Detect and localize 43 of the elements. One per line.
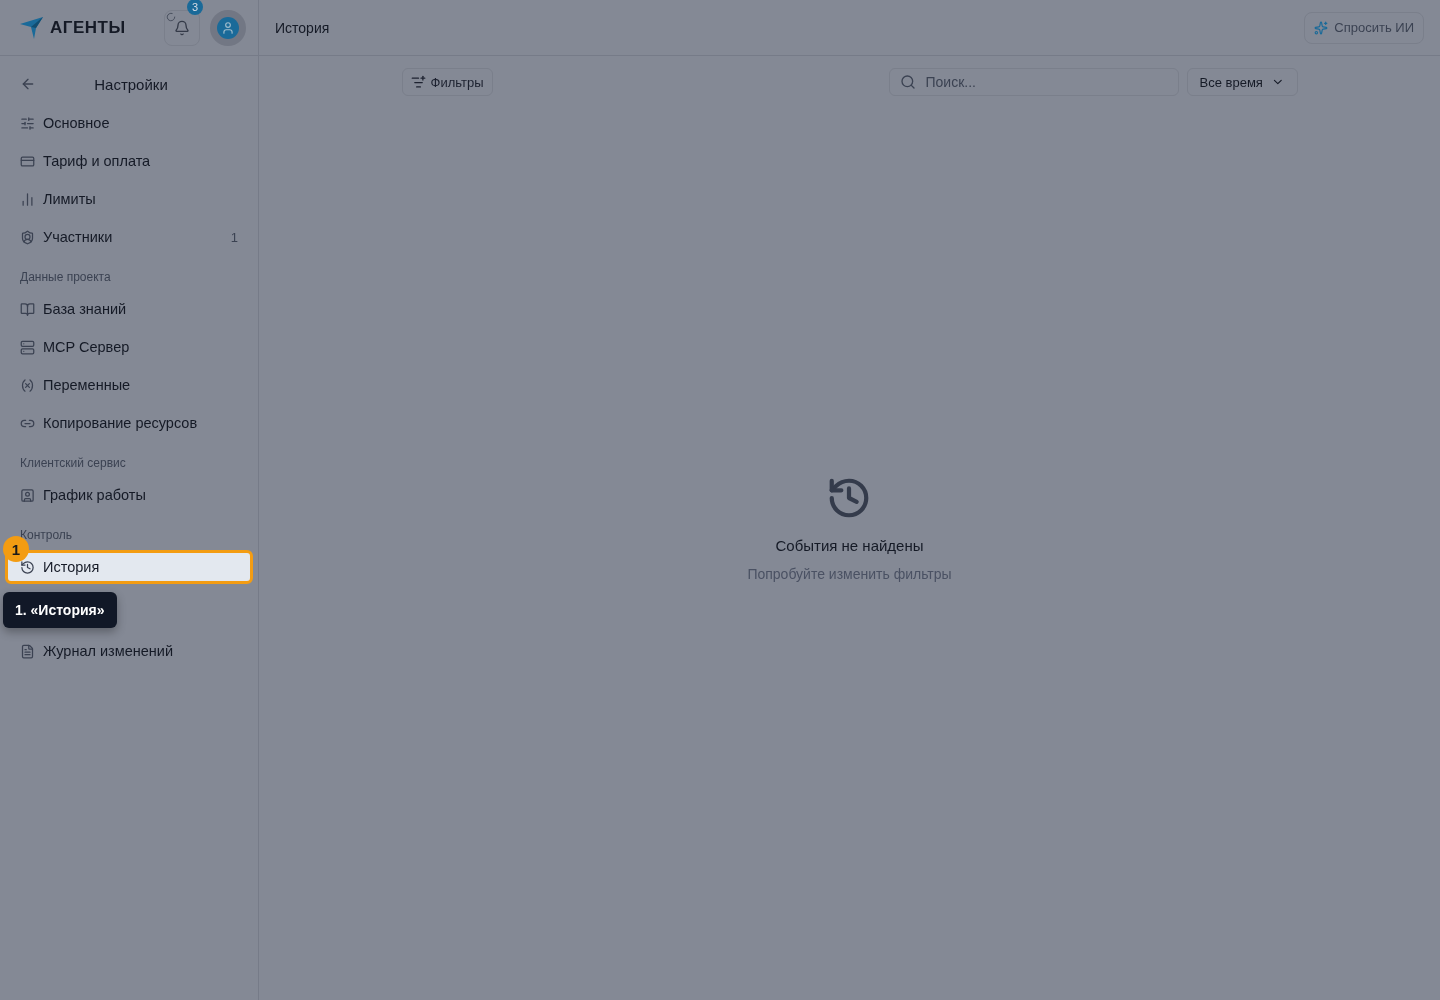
tour-tooltip: 1. «История» [3, 592, 117, 628]
sidebar-item[interactable]: База знаний [5, 292, 253, 326]
filter-icon [410, 74, 426, 90]
sidebar-item[interactable]: График работы [5, 478, 253, 512]
server-icon [20, 339, 35, 355]
page-title: История [275, 19, 330, 36]
search-field[interactable]: Поиск... [888, 68, 1179, 96]
empty-title: События не найдены [775, 536, 924, 554]
spinner-icon [166, 11, 176, 22]
sidebar-item[interactable]: Участники 1 [5, 220, 253, 254]
document-icon [20, 643, 35, 659]
back-button[interactable] [20, 76, 36, 92]
filters-button[interactable]: Фильтры [401, 68, 493, 96]
sidebar-item[interactable]: MCP Сервер [5, 330, 253, 364]
sidebar-item[interactable]: Копирование ресурсов [5, 406, 253, 440]
shield-user-icon [20, 229, 35, 245]
section-heading: Данные проекта [19, 270, 112, 284]
sidebar-item[interactable]: Основное [5, 106, 253, 140]
sidebar-item[interactable]: Тариф и оплата [5, 144, 253, 178]
sidebar-item[interactable]: Лимиты [5, 182, 253, 216]
sliders-icon [20, 115, 35, 131]
sidebar-title: Настройки [93, 75, 169, 93]
user-icon [221, 20, 235, 35]
sidebar-item[interactable]: Журнал изменений [5, 634, 253, 668]
sidebar-item[interactable]: Переменные [5, 368, 253, 402]
search-icon [899, 74, 916, 90]
card-icon [20, 153, 35, 169]
bell-icon [174, 19, 190, 36]
period-dropdown[interactable]: Все время [1186, 68, 1298, 96]
book-icon [20, 301, 35, 317]
ask-ai-button[interactable]: Спросить ИИ [1304, 11, 1424, 44]
notification-count: 3 [187, 0, 203, 15]
bar-chart-icon [20, 191, 35, 207]
section-heading: Контроль [19, 528, 74, 542]
contact-icon [20, 487, 35, 503]
empty-subtitle: Попробуйте изменить фильтры [747, 565, 952, 582]
section-heading: Клиентский сервис [19, 456, 127, 470]
avatar-button[interactable] [210, 9, 246, 46]
sparkle-icon [1314, 20, 1329, 35]
history-icon [20, 559, 35, 575]
logo-text: АГЕНТЫ [50, 17, 127, 38]
variable-icon [20, 377, 35, 393]
item-count: 1 [230, 229, 238, 245]
